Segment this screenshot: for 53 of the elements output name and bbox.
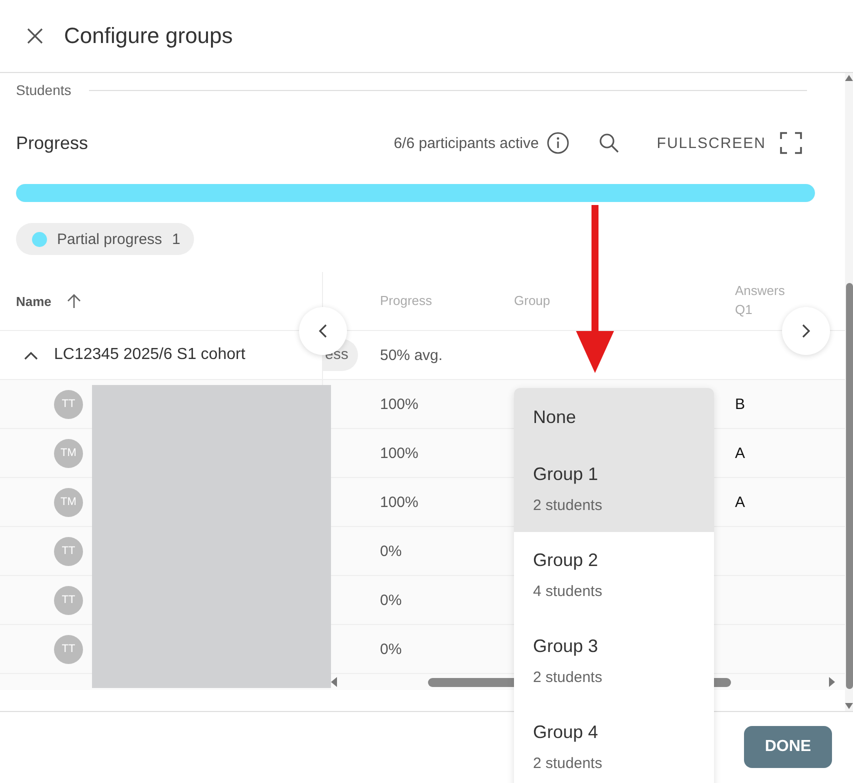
table-cell: 0% [380, 640, 402, 658]
dialog-title: Configure groups [64, 23, 233, 49]
dropdown-option[interactable]: Group 3 2 students [514, 618, 714, 704]
option-count: 4 students [533, 583, 602, 600]
avatar: TT [54, 536, 83, 566]
option-label: Group 4 [533, 722, 598, 743]
section-label: Students [16, 82, 72, 98]
progress-title: Progress [16, 132, 88, 154]
done-button[interactable]: DONE [744, 726, 832, 768]
table-cell: 0% [380, 542, 402, 560]
scroll-down-icon[interactable] [845, 703, 853, 709]
option-count: 2 students [533, 755, 602, 772]
scroll-right-icon[interactable] [829, 677, 835, 687]
table-cell: 100% [380, 444, 418, 462]
legend-chip[interactable]: Partial progress 1 [16, 223, 194, 255]
dropdown-option[interactable]: Group 4 2 students [514, 704, 714, 783]
legend-label: Partial progress [57, 230, 162, 248]
option-label: Group 2 [533, 550, 598, 571]
sort-arrow-icon[interactable] [67, 293, 82, 309]
option-count: 2 students [533, 669, 602, 686]
table-cell: 100% [380, 396, 418, 412]
scroll-up-icon[interactable] [845, 75, 853, 81]
dropdown-option[interactable]: None [514, 388, 714, 446]
avatar: TT [54, 390, 83, 418]
close-icon[interactable] [26, 27, 44, 45]
fullscreen-button[interactable]: FULLSCREEN [656, 134, 766, 152]
option-label: Group 3 [533, 636, 598, 657]
group-name: LC12345 2025/6 S1 cohort [54, 346, 246, 364]
avatar: TT [54, 634, 83, 664]
fullscreen-icon[interactable] [780, 132, 802, 154]
dropdown-option[interactable]: Group 2 4 students [514, 532, 714, 618]
participants-count: 6/6 participants active [394, 134, 539, 152]
option-label: Group 1 [533, 464, 598, 485]
table-cell: B [735, 396, 746, 412]
info-icon[interactable] [546, 132, 569, 154]
avatar: TT [54, 586, 83, 614]
table-cell: 100% [380, 494, 418, 510]
chevron-icon[interactable] [24, 350, 38, 360]
legend-count: 1 [172, 230, 180, 248]
option-count: 2 students [533, 497, 602, 514]
table-cell: A [735, 444, 746, 462]
chevron-right-icon [801, 323, 811, 339]
vertical-scrollbar-thumb[interactable] [846, 282, 852, 690]
table-cell: 0% [380, 592, 402, 608]
table-cell: A [735, 494, 746, 510]
avatar: TM [54, 438, 83, 468]
dropdown-option[interactable]: Group 1 2 students [514, 446, 714, 532]
search-icon[interactable] [598, 133, 619, 153]
table-cell: 50% avg. [380, 346, 443, 364]
column-header[interactable]: Name [16, 294, 52, 308]
chevron-left-icon [318, 323, 328, 339]
avatar: TM [54, 488, 83, 516]
option-label: None [533, 406, 576, 428]
